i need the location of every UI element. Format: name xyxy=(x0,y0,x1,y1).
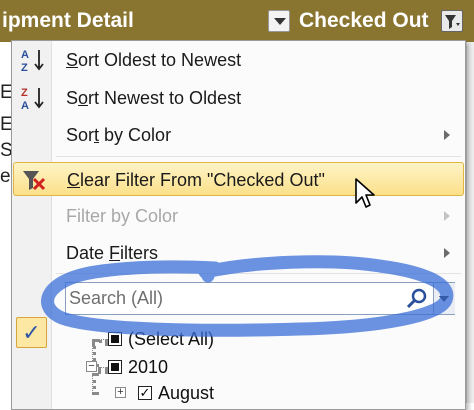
dropdown-arrow-icon xyxy=(274,18,286,25)
column-header-checked-out: Checked Out xyxy=(299,9,429,32)
search-options-dropdown[interactable] xyxy=(433,283,455,314)
year-checkbox[interactable] xyxy=(108,360,122,374)
menu-item-sort-oldest-to-newest[interactable]: A Z Sort Oldest to Newest xyxy=(12,43,465,77)
menu-item-date-filters[interactable]: Date Filters xyxy=(12,236,465,270)
checkmark-icon: ✓ xyxy=(16,317,47,348)
collapse-icon[interactable]: − xyxy=(86,361,97,372)
submenu-arrow-icon xyxy=(444,130,450,140)
checked-out-filter-button[interactable] xyxy=(441,10,463,32)
search-box xyxy=(65,282,455,315)
submenu-arrow-icon xyxy=(444,248,450,258)
sort-descending-icon: Z A xyxy=(21,87,44,111)
sort-ascending-icon: A Z xyxy=(21,49,44,73)
tree-item-year: 2010 xyxy=(128,357,169,377)
clear-filter-icon xyxy=(23,171,46,191)
equipment-filter-dropdown-button[interactable] xyxy=(268,10,290,32)
menu-item-label: Sort Newest to Oldest xyxy=(66,88,242,108)
tree-item-month: August xyxy=(158,383,215,403)
select-all-label: (Select All) xyxy=(128,329,215,349)
svg-text:Z: Z xyxy=(21,87,28,99)
menu-item-label: Clear Filter From "Checked Out" xyxy=(67,170,325,190)
tree-connector xyxy=(98,367,108,371)
dropdown-arrow-icon xyxy=(439,296,449,302)
expand-icon[interactable]: + xyxy=(115,387,126,398)
svg-text:A: A xyxy=(21,100,29,111)
select-all-checkbox[interactable] xyxy=(108,332,122,346)
filter-active-icon xyxy=(445,15,460,29)
menu-item-clear-filter[interactable]: Clear Filter From "Checked Out" xyxy=(13,162,464,196)
menu-item-sort-by-color[interactable]: Sort by Color xyxy=(12,118,465,152)
search-icon[interactable] xyxy=(405,287,429,311)
svg-text:A: A xyxy=(21,49,29,61)
menu-separator xyxy=(56,273,461,274)
menu-item-filter-by-color: Filter by Color xyxy=(12,199,465,233)
column-header-equipment-detail: ipment Detail xyxy=(2,9,134,32)
search-input[interactable] xyxy=(66,283,406,314)
menu-item-label: Sort by Color xyxy=(66,125,172,145)
menu-item-label: Sort Oldest to Newest xyxy=(66,50,242,70)
menu-item-label: Date Filters xyxy=(66,243,159,263)
autofilter-dropdown-menu: A Z Sort Oldest to Newest Z A Sort Newes… xyxy=(11,40,466,410)
submenu-arrow-icon xyxy=(444,211,450,221)
menu-item-label: Filter by Color xyxy=(66,206,179,226)
svg-text:Z: Z xyxy=(21,62,28,73)
month-checkbox[interactable]: ✓ xyxy=(138,386,152,400)
header-row: ipment Detail Checked Out xyxy=(0,0,474,42)
tree-connector xyxy=(92,373,96,395)
sheet-cells-right xyxy=(466,42,474,403)
menu-item-sort-newest-to-oldest[interactable]: Z A Sort Newest to Oldest xyxy=(12,81,465,115)
menu-separator xyxy=(56,156,461,157)
mouse-cursor-icon xyxy=(355,178,375,208)
